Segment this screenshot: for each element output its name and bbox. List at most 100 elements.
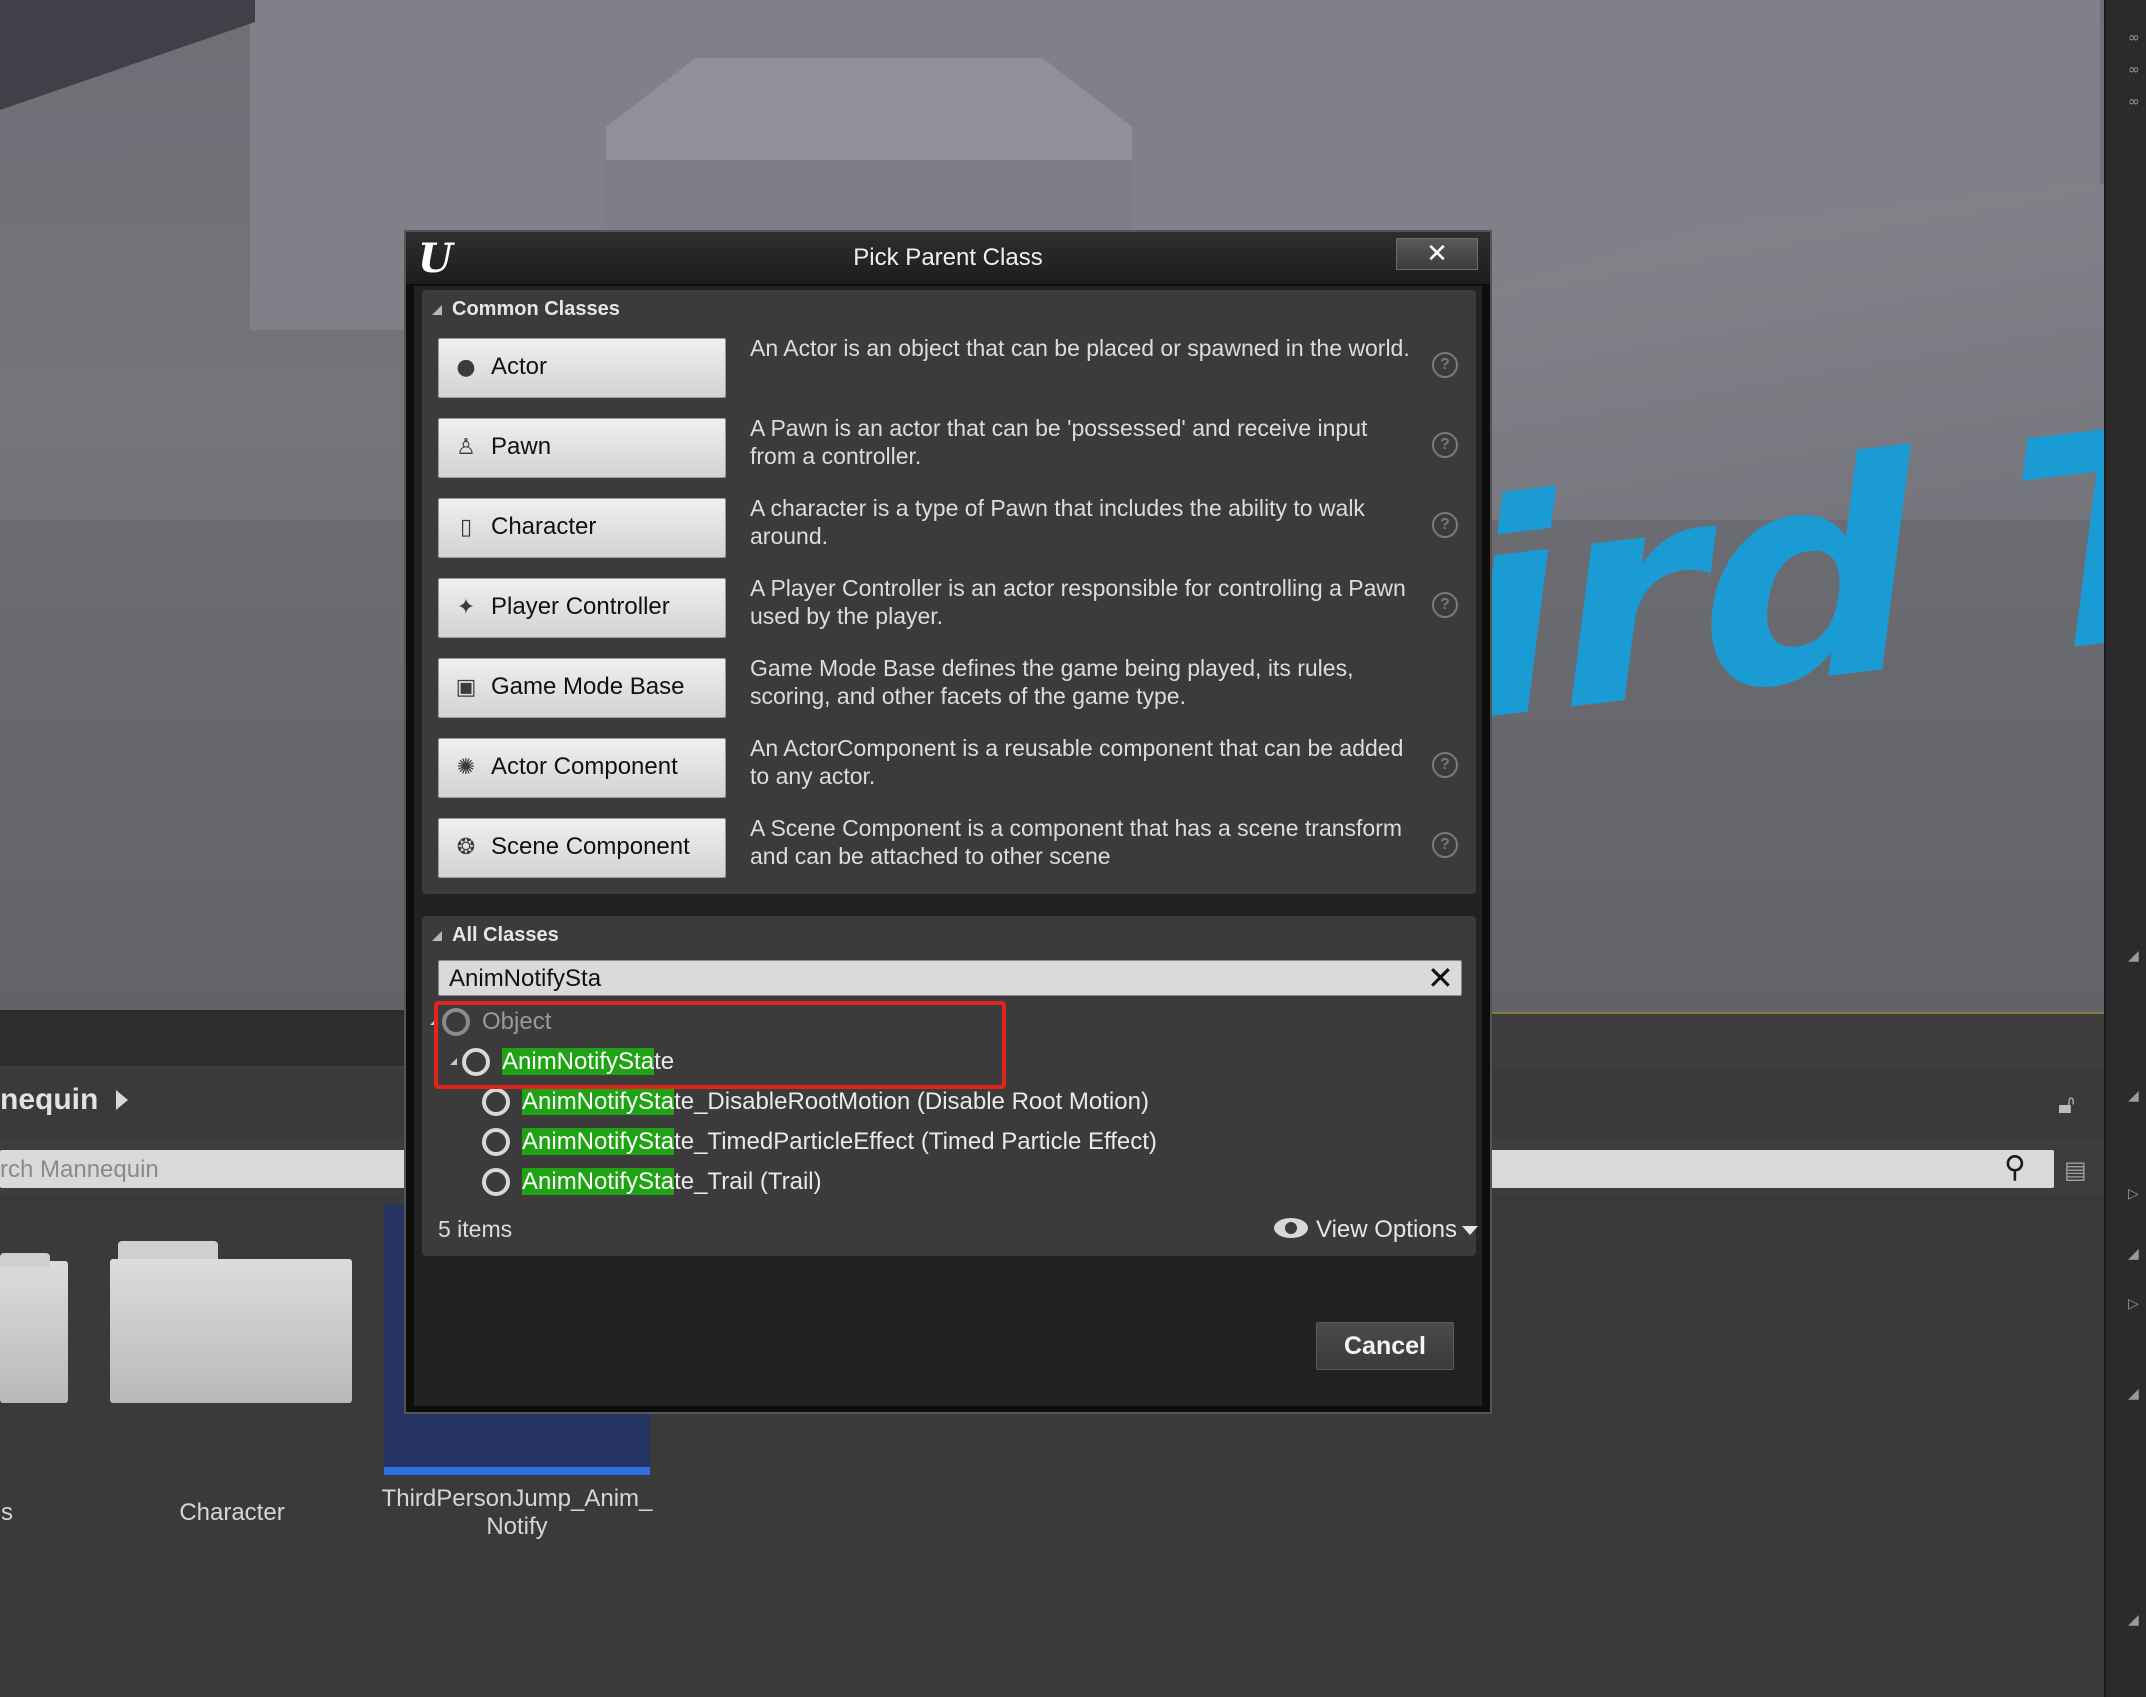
search-icon[interactable]: ⚲ — [2004, 1150, 2026, 1185]
collapse-triangle-icon — [432, 304, 442, 315]
folder-tile-character[interactable] — [110, 1259, 352, 1403]
character-icon: ▯ — [459, 515, 473, 540]
class-description: An Actor is an object that can be placed… — [750, 335, 1410, 361]
actor-component-icon: ✺ — [456, 755, 476, 780]
class-tree-label: AnimNotifyState_DisableRootMotion (Disab… — [522, 1088, 1149, 1116]
class-description: A Pawn is an actor that can be 'possesse… — [750, 415, 1368, 469]
cancel-button[interactable]: Cancel — [1316, 1322, 1454, 1370]
dialog-titlebar[interactable]: U Pick Parent Class ✕ — [406, 232, 1490, 284]
viewport-block — [606, 58, 1132, 173]
collapse-icon[interactable]: ◢ — [2128, 1386, 2142, 1402]
asset-label-character: Character — [179, 1499, 285, 1526]
folder-tile[interactable] — [0, 1261, 68, 1403]
class-name-rest: te_DisableRootMotion (Disable Root Motio… — [674, 1088, 1149, 1115]
class-tree-label: AnimNotifyState_TimedParticleEffect (Tim… — [522, 1128, 1157, 1156]
class-search-value: AnimNotifySta — [449, 965, 602, 992]
pick-parent-class-dialog: U Pick Parent Class ✕ Common Classes ● Ac… — [404, 230, 1492, 1414]
content-path-breadcrumb[interactable]: nequin — [0, 1083, 98, 1117]
details-panel-strip — [2104, 0, 2146, 1697]
breadcrumb-arrow-icon[interactable] — [116, 1090, 128, 1110]
sphere-icon: ● — [456, 355, 476, 380]
class-button-label: Scene Component — [491, 833, 690, 860]
viewport-shadow — [0, 0, 255, 110]
class-row: ❂ Scene Component A Scene Component is a c… — [422, 806, 1476, 886]
class-button[interactable]: ▯ Character — [438, 498, 726, 558]
class-tree-item[interactable]: AnimNotifyState_TimedParticleEffect (Tim… — [422, 1124, 1476, 1158]
class-row: ▣ Game Mode Base Game Mode Base defines th… — [422, 646, 1476, 726]
class-row: ● Actor An Actor is an object that can be … — [422, 326, 1476, 406]
help-icon[interactable]: ? — [1432, 432, 1458, 458]
class-button-label: Player Controller — [491, 593, 670, 620]
scene-component-icon: ❂ — [456, 835, 476, 860]
class-button[interactable]: ❂ Scene Component — [438, 818, 726, 878]
search-match-highlight: AnimNotifySta — [522, 1168, 675, 1195]
common-classes-header[interactable]: Common Classes — [432, 298, 620, 321]
class-button-label: Actor Component — [491, 753, 678, 780]
class-description: Game Mode Base defines the game being pl… — [750, 655, 1354, 709]
class-radio-icon[interactable] — [482, 1128, 510, 1156]
panel-divider — [0, 1010, 404, 1066]
save-search-icon[interactable]: ▤ — [2064, 1156, 2087, 1184]
asset-search-placeholder: rch Mannequin — [0, 1156, 159, 1183]
eye-icon — [1274, 1218, 1308, 1238]
viewport-block-front — [606, 160, 1132, 240]
class-search-input[interactable]: AnimNotifySta ✕ — [438, 959, 1462, 997]
class-description: A Player Controller is an actor responsi… — [750, 575, 1406, 629]
pawn-icon: ♙ — [456, 435, 476, 460]
class-description: An ActorComponent is a reusable componen… — [750, 735, 1404, 789]
pin-icon[interactable]: ∞ — [2128, 30, 2142, 46]
game-mode-icon: ▣ — [455, 675, 477, 700]
class-tree-label: AnimNotifyState_Trail (Trail) — [522, 1168, 822, 1196]
search-match-highlight: AnimNotifySta — [522, 1088, 675, 1115]
chevron-down-icon — [1462, 1226, 1478, 1235]
item-count: 5 items — [438, 1216, 513, 1242]
help-icon[interactable]: ? — [1432, 832, 1458, 858]
clear-search-icon[interactable]: ✕ — [1427, 959, 1454, 997]
pin-icon[interactable]: ∞ — [2128, 94, 2142, 110]
class-description: A character is a type of Pawn that inclu… — [750, 495, 1365, 549]
close-button[interactable]: ✕ — [1396, 238, 1478, 270]
folder-tab — [0, 1253, 50, 1267]
expand-icon[interactable]: ▷ — [2128, 1296, 2142, 1312]
class-button[interactable]: ● Actor — [438, 338, 726, 398]
class-tree-item[interactable]: AnimNotifyState_DisableRootMotion (Disab… — [422, 1084, 1476, 1118]
help-icon[interactable]: ? — [1432, 512, 1458, 538]
class-row: ✺ Actor Component An ActorComponent is a r… — [422, 726, 1476, 806]
class-button[interactable]: ♙ Pawn — [438, 418, 726, 478]
class-button-label: Actor — [491, 353, 548, 380]
class-radio-icon[interactable] — [482, 1088, 510, 1116]
dialog-body: Common Classes ● Actor An Actor is an obje… — [414, 286, 1482, 1406]
class-button[interactable]: ▣ Game Mode Base — [438, 658, 726, 718]
section-title: All Classes — [452, 924, 559, 946]
player-controller-icon: ✦ — [456, 595, 476, 620]
class-tree-item[interactable]: AnimNotifyState_Trail (Trail) — [422, 1164, 1476, 1198]
class-button-label: Game Mode Base — [491, 673, 685, 700]
class-name-rest: te_Trail (Trail) — [674, 1168, 822, 1195]
help-icon[interactable]: ? — [1432, 592, 1458, 618]
collapse-icon[interactable]: ◢ — [2128, 1246, 2142, 1262]
class-radio-icon[interactable] — [482, 1168, 510, 1196]
class-button[interactable]: ✦ Player Controller — [438, 578, 726, 638]
help-icon[interactable]: ? — [1432, 352, 1458, 378]
expand-icon[interactable]: ▷ — [2128, 1186, 2142, 1202]
class-name-rest: te_TimedParticleEffect (Timed Particle E… — [674, 1128, 1157, 1155]
help-icon[interactable]: ? — [1432, 752, 1458, 778]
class-button[interactable]: ✺ Actor Component — [438, 738, 726, 798]
collapse-icon[interactable]: ◢ — [2128, 1088, 2142, 1104]
pin-icon[interactable]: ∞ — [2128, 62, 2142, 78]
viewport-3d-text: ird T — [1439, 355, 2104, 792]
dialog-title: Pick Parent Class — [853, 244, 1043, 271]
search-match-highlight: AnimNotifySta — [522, 1128, 675, 1155]
collapse-triangle-icon — [432, 930, 442, 941]
collapse-icon[interactable]: ◢ — [2128, 948, 2142, 964]
lock-icon[interactable]: 🔓︎ — [2058, 1090, 2075, 1121]
class-row: ♙ Pawn A Pawn is an actor that can be 'pos… — [422, 406, 1476, 486]
class-row: ✦ Player Controller A Player Controller is… — [422, 566, 1476, 646]
view-options-label: View Options — [1316, 1216, 1457, 1243]
class-button-label: Character — [491, 513, 597, 540]
all-classes-header[interactable]: All Classes — [432, 924, 559, 947]
common-classes-panel: Common Classes ● Actor An Actor is an obje… — [422, 290, 1476, 894]
collapse-icon[interactable]: ◢ — [2128, 1612, 2142, 1628]
class-description: A Scene Component is a component that ha… — [750, 815, 1403, 869]
asset-label: s — [1, 1499, 13, 1526]
